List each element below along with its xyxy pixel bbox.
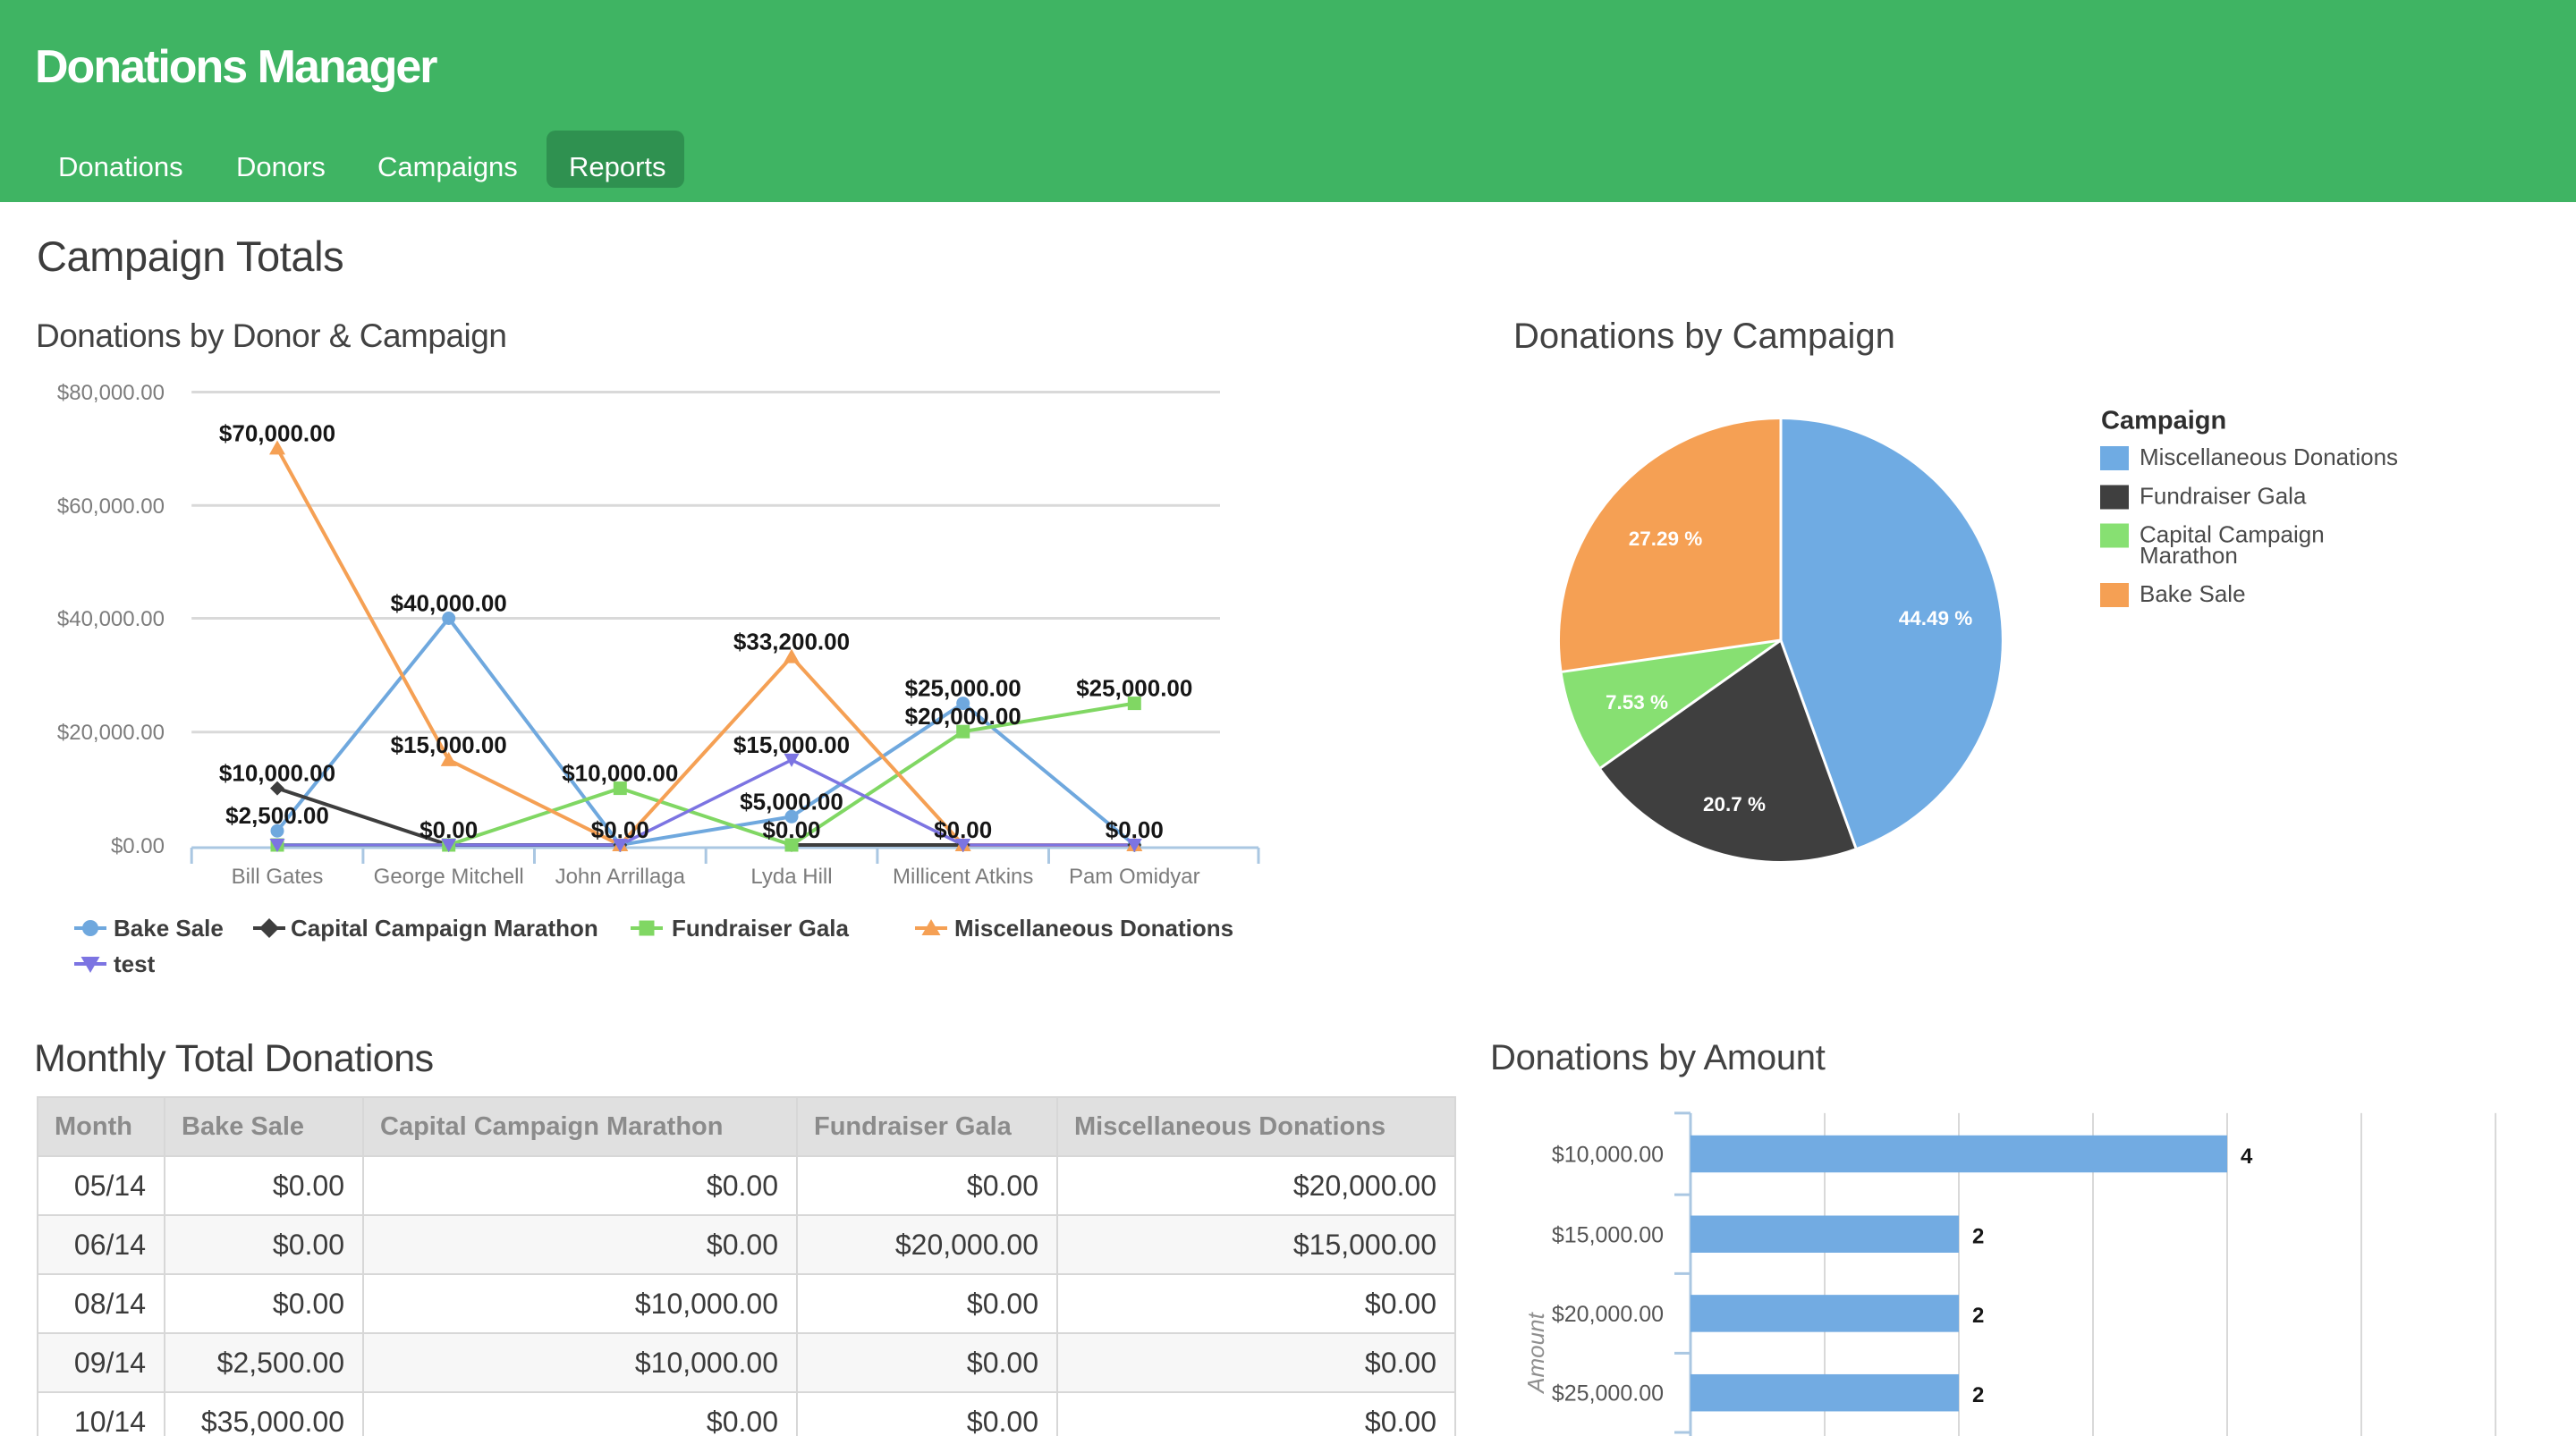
- svg-text:test: test: [114, 950, 156, 977]
- svg-text:$5,000.00: $5,000.00: [740, 788, 843, 815]
- svg-text:4: 4: [2241, 1145, 2253, 1169]
- svg-text:$80,000.00: $80,000.00: [57, 381, 165, 405]
- svg-text:$0.00: $0.00: [591, 816, 649, 843]
- svg-text:$20,000.00: $20,000.00: [1552, 1302, 1664, 1327]
- svg-text:Miscellaneous Donations: Miscellaneous Donations: [2140, 443, 2398, 470]
- svg-text:20.7 %: 20.7 %: [1703, 793, 1766, 815]
- svg-text:$15,000.00: $15,000.00: [391, 731, 507, 758]
- svg-text:$40,000.00: $40,000.00: [57, 607, 165, 631]
- svg-text:Fundraiser Gala: Fundraiser Gala: [672, 915, 849, 942]
- svg-text:Bake Sale: Bake Sale: [114, 915, 224, 942]
- svg-text:2: 2: [1972, 1304, 1984, 1328]
- svg-text:Bake Sale: Bake Sale: [2140, 580, 2246, 607]
- svg-text:$40,000.00: $40,000.00: [391, 590, 507, 617]
- svg-text:2: 2: [1972, 1383, 1984, 1407]
- svg-text:$20,000.00: $20,000.00: [905, 703, 1021, 730]
- svg-text:$2,500.00: $2,500.00: [225, 802, 329, 829]
- svg-text:$60,000.00: $60,000.00: [57, 494, 165, 519]
- svg-text:Marathon: Marathon: [2140, 542, 2238, 569]
- svg-text:$0.00: $0.00: [934, 816, 992, 843]
- svg-text:7.53 %: 7.53 %: [1606, 691, 1668, 714]
- svg-text:$15,000.00: $15,000.00: [733, 731, 850, 758]
- svg-text:$10,000.00: $10,000.00: [219, 760, 335, 787]
- svg-text:Capital Campaign Marathon: Capital Campaign Marathon: [291, 915, 598, 942]
- svg-text:$33,200.00: $33,200.00: [733, 629, 850, 655]
- svg-text:27.29 %: 27.29 %: [1629, 528, 1703, 550]
- svg-text:$0.00: $0.00: [1106, 816, 1164, 843]
- svg-text:$0.00: $0.00: [762, 816, 820, 843]
- svg-text:$25,000.00: $25,000.00: [905, 675, 1021, 702]
- svg-text:John Arrillaga: John Arrillaga: [555, 865, 686, 889]
- svg-text:George Mitchell: George Mitchell: [374, 865, 524, 889]
- svg-text:Millicent Atkins: Millicent Atkins: [893, 865, 1033, 889]
- svg-text:$15,000.00: $15,000.00: [1552, 1222, 1664, 1247]
- svg-text:$10,000.00: $10,000.00: [562, 760, 678, 787]
- svg-text:Bill Gates: Bill Gates: [232, 865, 324, 889]
- svg-text:$20,000.00: $20,000.00: [57, 721, 165, 745]
- svg-text:$70,000.00: $70,000.00: [219, 419, 335, 446]
- svg-text:Campaign: Campaign: [2101, 407, 2226, 435]
- svg-text:Pam Omidyar: Pam Omidyar: [1069, 865, 1200, 889]
- svg-text:Lyda Hill: Lyda Hill: [750, 865, 832, 889]
- svg-text:$10,000.00: $10,000.00: [1552, 1143, 1664, 1168]
- svg-text:44.49 %: 44.49 %: [1899, 607, 1973, 629]
- svg-text:$25,000.00: $25,000.00: [1552, 1381, 1664, 1406]
- svg-text:Miscellaneous Donations: Miscellaneous Donations: [954, 915, 1233, 942]
- svg-text:$25,000.00: $25,000.00: [1076, 675, 1192, 702]
- svg-text:$0.00: $0.00: [419, 816, 478, 843]
- svg-text:2: 2: [1972, 1225, 1984, 1249]
- svg-text:$0.00: $0.00: [111, 834, 165, 858]
- svg-text:Fundraiser Gala: Fundraiser Gala: [2140, 483, 2307, 510]
- svg-text:Amount: Amount: [1522, 1311, 1549, 1394]
